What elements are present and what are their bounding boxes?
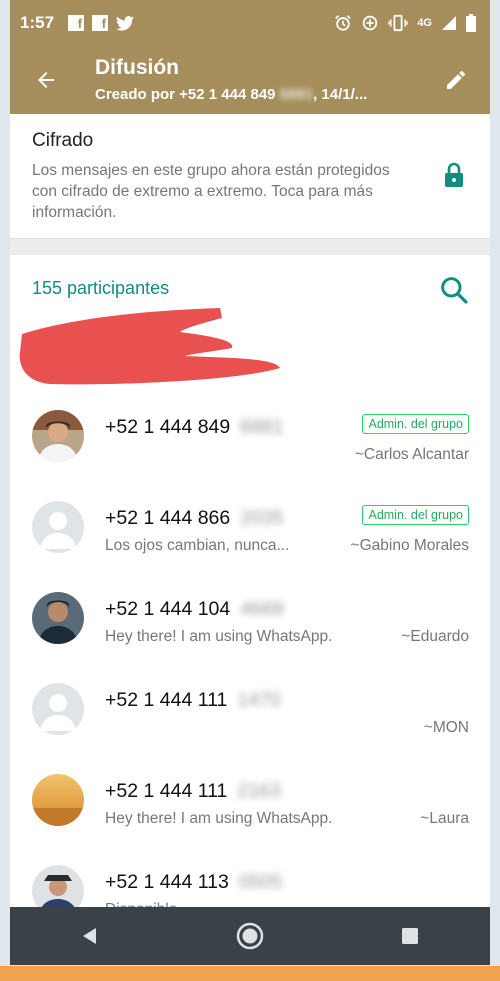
facebook-notification-icon: f: [92, 15, 109, 31]
participant-phone: +52 1 444 111 2163: [105, 780, 281, 802]
system-icons: 4G: [334, 0, 476, 46]
nav-back-button[interactable]: [70, 916, 110, 956]
group-title[interactable]: Difusión: [95, 56, 179, 80]
redaction-scribble: [19, 308, 280, 385]
hidden-digits: 1470: [237, 689, 281, 711]
alarm-icon: [335, 15, 352, 31]
participant-list: +52 1 444 849 6881 Admin. del grupo ~Carl…: [10, 392, 490, 938]
signal-icon: [442, 16, 456, 30]
avatar: [32, 683, 84, 735]
circle-home-icon: [236, 922, 264, 950]
phone-screen: 1:57 f f 4G Difusión Creado por +52 1 44…: [10, 0, 490, 965]
participant-phone: +52 1 444 849 6881: [105, 416, 284, 438]
avatar: [32, 774, 84, 826]
app-bar: Difusión Creado por +52 1 444 849 6881, …: [10, 46, 490, 114]
hidden-digits: 0505: [238, 871, 283, 893]
participant-status: Hey there! I am using WhatsApp.: [105, 628, 333, 645]
search-icon: [441, 277, 468, 304]
vibrate-icon: [388, 14, 409, 32]
hidden-digits: 4669: [240, 598, 284, 620]
encryption-info[interactable]: Cifrado Los mensajes en este grupo ahora…: [10, 114, 490, 238]
subtitle-creator: Creado por +52 1 444 849: [95, 86, 276, 103]
participant-phone: +52 1 444 113 0505: [105, 871, 283, 893]
sunset-photo-icon: [32, 774, 84, 826]
android-nav-bar: [10, 907, 490, 965]
notification-icons: f f: [68, 15, 135, 31]
square-recents-icon: [402, 928, 418, 944]
nav-recents-button[interactable]: [390, 916, 430, 956]
encryption-title: Cifrado: [32, 130, 94, 151]
subtitle-hidden-digits: 6881: [279, 86, 314, 103]
battery-icon: [466, 14, 476, 32]
pencil-icon: [447, 71, 465, 89]
hidden-digits: 2035: [240, 507, 284, 529]
participant-row[interactable]: +52 1 444 111 1470 ~MON: [10, 665, 490, 756]
participant-phone: +52 1 444 104 4669: [105, 598, 284, 620]
avatar: [32, 410, 84, 462]
encryption-text: Los mensajes en este grupo ahora están p…: [32, 162, 390, 221]
participant-status: Hey there! I am using WhatsApp.: [105, 810, 333, 827]
data-saver-icon: [363, 15, 378, 31]
participant-row[interactable]: +52 1 444 849 6881 Admin. del grupo ~Carl…: [10, 392, 490, 483]
user-photo-icon: [32, 410, 84, 462]
admin-badge: Admin. del grupo: [362, 414, 469, 434]
participant-phone: +52 1 444 111 1470: [105, 689, 281, 711]
triangle-back-icon: [83, 928, 96, 944]
user-photo-icon: [32, 592, 84, 644]
status-bar: 1:57 f f 4G: [10, 0, 490, 46]
facebook-notification-icon: f: [68, 15, 85, 31]
participant-alias: ~Carlos Alcantar: [354, 446, 469, 463]
default-avatar-icon: [32, 501, 84, 553]
section-divider: [10, 238, 490, 255]
group-subtitle[interactable]: Creado por +52 1 444 849 6881, 14/1/...: [95, 86, 367, 103]
participant-status: Los ojos cambian, nunca...: [105, 537, 290, 554]
participant-alias: ~MON: [423, 719, 469, 736]
participant-alias: ~Eduardo: [401, 628, 469, 645]
admin-badge: Admin. del grupo: [362, 505, 469, 525]
participant-alias: ~Gabino Morales: [350, 537, 469, 554]
participant-row[interactable]: +52 1 444 111 2163 Hey there! I am using …: [10, 756, 490, 847]
hidden-digits: 6881: [240, 416, 284, 438]
twitter-notification-icon: [116, 15, 135, 31]
participant-row[interactable]: +52 1 444 104 4669 Hey there! I am using …: [10, 574, 490, 665]
lock-icon: [445, 162, 463, 187]
default-avatar-icon: [32, 683, 84, 735]
hidden-digits: 2163: [237, 780, 281, 802]
avatar: [32, 501, 84, 553]
nav-home-button[interactable]: [230, 916, 270, 956]
avatar: [32, 592, 84, 644]
back-button[interactable]: [30, 64, 62, 96]
status-time: 1:57: [20, 13, 55, 32]
participant-alias: ~Laura: [420, 810, 469, 827]
network-type: 4G: [417, 17, 432, 29]
arrow-back-icon: [38, 72, 54, 88]
bottom-edge-strip: [0, 966, 500, 981]
search-participants-button[interactable]: [438, 274, 470, 306]
edit-button[interactable]: [440, 64, 472, 96]
participant-row[interactable]: +52 1 444 866 2035 Admin. del grupo Los o…: [10, 483, 490, 574]
participant-phone: +52 1 444 866 2035: [105, 507, 284, 529]
subtitle-date: , 14/1/...: [313, 86, 368, 103]
